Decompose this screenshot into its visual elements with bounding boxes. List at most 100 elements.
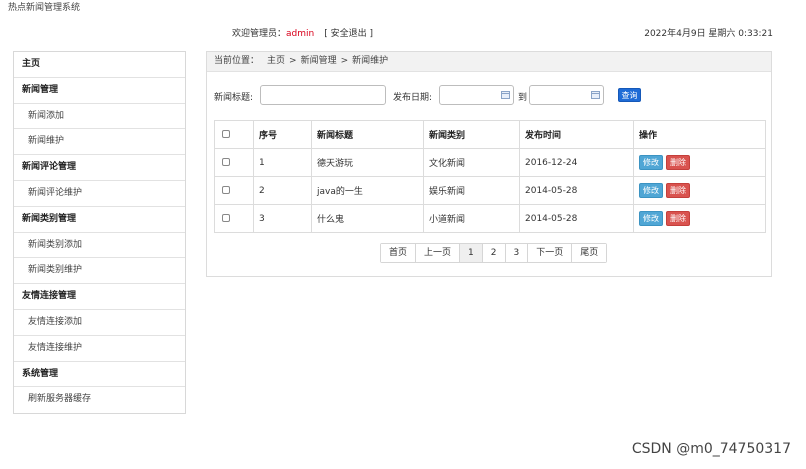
column-header-actions: 操作 (633, 120, 766, 149)
breadcrumb-separator: > (340, 56, 349, 66)
page-last-button[interactable]: 尾页 (572, 244, 607, 262)
news-title-label: 新闻标题: (214, 93, 254, 103)
row-checkbox[interactable] (222, 186, 230, 194)
page-next-button[interactable]: 下一页 (528, 244, 573, 262)
cell-no: 1 (253, 148, 312, 177)
date-to-input[interactable] (529, 85, 604, 105)
cell-no: 3 (253, 204, 312, 233)
edit-button[interactable]: 修改 (639, 183, 663, 198)
column-header-date: 发布时间 (519, 120, 634, 149)
news-table: 序号 新闻标题 新闻类别 发布时间 操作 1 德天游玩 文化新闻 2016-12… (214, 120, 766, 233)
row-select-cell (214, 176, 254, 205)
sidebar-item-label: 友情连接添加 (28, 316, 83, 327)
sidebar-item-link-add[interactable]: 友情连接添加 (14, 310, 185, 336)
cell-date: 2014-05-28 (519, 204, 634, 233)
table-header-row: 序号 新闻标题 新闻类别 发布时间 操作 (214, 120, 766, 149)
breadcrumb-news-management[interactable]: 新闻管理 (301, 56, 337, 66)
delete-button[interactable]: 删除 (666, 155, 690, 170)
sidebar-item-label: 新闻类别添加 (28, 239, 83, 250)
column-header-category: 新闻类别 (423, 120, 520, 149)
sidebar-item-refresh-cache[interactable]: 刷新服务器缓存 (14, 387, 185, 413)
delete-button[interactable]: 删除 (666, 211, 690, 226)
table-row: 2 java的一生 娱乐新闻 2014-05-28 修改 删除 (214, 176, 766, 205)
cell-actions: 修改 删除 (633, 176, 766, 205)
cell-title: java的一生 (311, 176, 424, 205)
table-row: 1 德天游玩 文化新闻 2016-12-24 修改 删除 (214, 148, 766, 177)
sidebar-item-label: 主页 (22, 59, 41, 69)
edit-button[interactable]: 修改 (639, 155, 663, 170)
row-checkbox[interactable] (222, 214, 230, 222)
welcome-label: 欢迎管理员： (232, 29, 287, 39)
cell-category: 娱乐新闻 (423, 176, 520, 205)
sidebar-item-label: 新闻维护 (28, 136, 65, 147)
search-form: 新闻标题: 发布日期: 到 查询 (214, 85, 766, 107)
select-all-checkbox[interactable] (222, 130, 230, 138)
edit-button[interactable]: 修改 (639, 211, 663, 226)
news-maintenance-panel: 当前位置： 主页 > 新闻管理 > 新闻维护 新闻标题: 发布日期: 到 查询 序号 新闻… (206, 51, 772, 277)
query-button[interactable]: 查询 (618, 88, 641, 102)
sidebar-section-label: 新闻管理 (22, 84, 59, 95)
date-from-input[interactable] (439, 85, 514, 105)
row-select-cell (214, 148, 254, 177)
delete-button[interactable]: 删除 (666, 183, 690, 198)
breadcrumb-separator: > (289, 56, 297, 66)
select-all-cell (214, 120, 254, 149)
logout-link[interactable]: [ 安全退出 ] (324, 29, 373, 39)
admin-username: admin (286, 29, 315, 39)
table-row: 3 什么鬼 小道新闻 2014-05-28 修改 删除 (214, 204, 766, 233)
column-header-no: 序号 (253, 120, 312, 149)
welcome-bar: 欢迎管理员：admin [ 安全退出 ] (232, 26, 373, 39)
sidebar-menu: 主页 新闻管理 新闻添加 新闻维护 新闻评论管理 新闻评论维护 新闻类别管理 新… (13, 51, 186, 415)
sidebar-item-label: 新闻类别维护 (28, 265, 83, 276)
breadcrumb-current: 新闻维护 (352, 56, 389, 66)
sidebar-section-link-management: 友情连接管理 (14, 284, 185, 310)
cell-actions: 修改 删除 (633, 148, 766, 177)
breadcrumb-home[interactable]: 主页 (267, 56, 285, 66)
sidebar-item-label: 友情连接维护 (28, 342, 83, 353)
cell-date: 2014-05-28 (519, 176, 634, 205)
cell-title: 什么鬼 (311, 204, 424, 233)
sidebar-section-label: 新闻类别管理 (22, 213, 77, 224)
cell-category: 小道新闻 (423, 204, 520, 233)
sidebar-item-news-add[interactable]: 新闻添加 (14, 104, 185, 130)
breadcrumb-lead: 当前位置： (214, 56, 260, 66)
cell-title: 德天游玩 (311, 148, 424, 177)
current-datetime: 2022年4月9日 星期六 0:33:21 (644, 29, 773, 39)
sidebar-item-label: 新闻添加 (28, 110, 65, 121)
sidebar-section-system-management: 系统管理 (14, 362, 185, 388)
site-title: 热点新闻管理系统 (8, 3, 81, 13)
row-checkbox[interactable] (222, 158, 230, 166)
sidebar-item-label: 新闻评论维护 (28, 187, 83, 198)
page-number-button-current[interactable]: 1 (460, 244, 483, 262)
date-to-label: 到 (518, 93, 528, 103)
sidebar-section-category-management: 新闻类别管理 (14, 207, 185, 233)
page-number-button[interactable]: 3 (505, 244, 529, 262)
pagination: 首页 上一页 1 2 3 下一页 尾页 (380, 243, 608, 263)
sidebar-section-label: 系统管理 (22, 368, 59, 379)
sidebar-item-link-maintain[interactable]: 友情连接维护 (14, 336, 185, 362)
sidebar-item-category-maintain[interactable]: 新闻类别维护 (14, 258, 185, 285)
calendar-icon[interactable] (591, 91, 600, 99)
column-header-title: 新闻标题 (311, 120, 424, 149)
page-first-button[interactable]: 首页 (381, 244, 417, 262)
sidebar-section-news-management: 新闻管理 (14, 78, 185, 104)
cell-no: 2 (253, 176, 312, 205)
cell-date: 2016-12-24 (519, 148, 634, 177)
row-select-cell (214, 204, 254, 233)
sidebar-section-label: 友情连接管理 (22, 291, 77, 302)
sidebar-item-home[interactable]: 主页 (14, 52, 185, 78)
sidebar-item-category-add[interactable]: 新闻类别添加 (14, 233, 185, 259)
cell-category: 文化新闻 (423, 148, 520, 177)
sidebar-item-label: 刷新服务器缓存 (28, 394, 92, 405)
news-title-input[interactable] (260, 85, 386, 105)
page-number-button[interactable]: 2 (482, 244, 506, 262)
cell-actions: 修改 删除 (633, 204, 766, 233)
sidebar-item-news-maintain[interactable]: 新闻维护 (14, 129, 185, 156)
sidebar-item-comment-maintain[interactable]: 新闻评论维护 (14, 181, 185, 207)
sidebar-section-comment-management: 新闻评论管理 (14, 155, 185, 181)
calendar-icon[interactable] (501, 91, 510, 99)
breadcrumb: 当前位置： 主页 > 新闻管理 > 新闻维护 (207, 52, 771, 72)
watermark: CSDN @m0_74750317 (631, 441, 791, 457)
publish-date-label: 发布日期: (393, 93, 433, 103)
page-prev-button[interactable]: 上一页 (416, 244, 461, 262)
